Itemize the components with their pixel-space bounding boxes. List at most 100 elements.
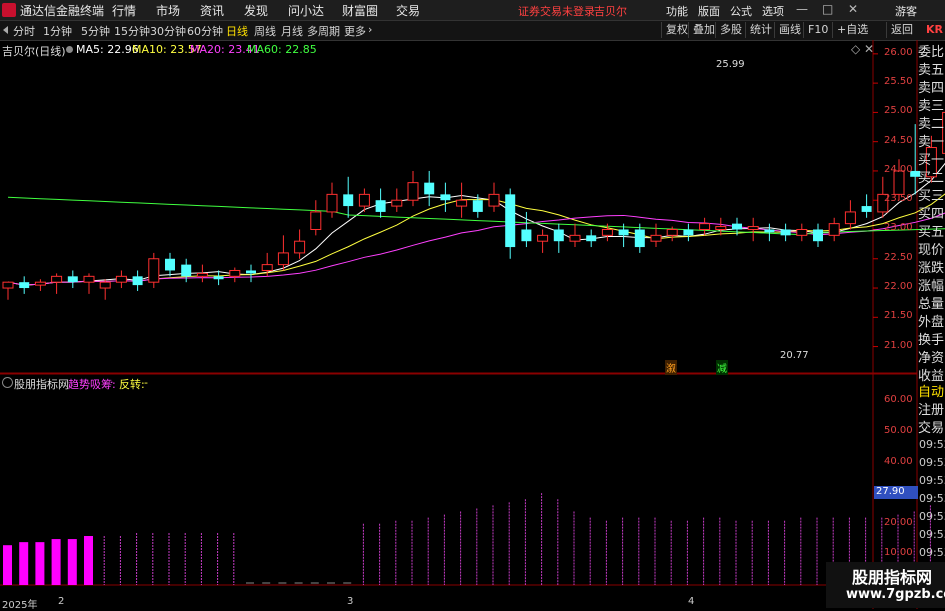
chart-close-icon[interactable]: ✕ <box>864 42 874 56</box>
low-price-label: 20.77 <box>780 350 809 361</box>
menu-item-wealth[interactable]: 财富圈 <box>342 2 378 19</box>
more-chevron-icon[interactable]: › <box>368 23 372 36</box>
candle-body <box>181 264 192 277</box>
toolbar-add-favorite[interactable]: +自选 <box>832 22 872 38</box>
watermark-title: 股朋指标网 <box>852 568 933 587</box>
candle-body <box>391 199 403 207</box>
signal-bar <box>84 536 93 585</box>
price-tick: 24.00 <box>884 163 913 175</box>
candle-body <box>440 194 451 201</box>
tick-time: 09:53 <box>919 492 945 505</box>
minimize-icon[interactable]: — <box>796 2 808 16</box>
candle-body <box>586 235 597 242</box>
candle-body <box>343 194 354 207</box>
candle-body <box>861 206 872 212</box>
candle-body <box>407 182 419 201</box>
app-logo-icon <box>2 3 16 17</box>
candle-body <box>505 194 516 248</box>
tick-time: 09:53 <box>919 510 945 523</box>
period-60min[interactable]: 60分钟 <box>187 23 223 39</box>
price-tick: 23.00 <box>884 222 913 234</box>
sub-settings-icon[interactable] <box>2 377 13 388</box>
candle-body <box>229 269 241 277</box>
period-weekly[interactable]: 周线 <box>254 23 276 39</box>
menu-item-formula[interactable]: 公式 <box>730 3 752 19</box>
quote-field: 换手 <box>918 333 945 348</box>
tick-time: 09:53 <box>919 456 945 469</box>
quote-field: 买四 <box>918 207 945 222</box>
candle-body <box>618 229 629 236</box>
candle-body <box>732 223 742 230</box>
login-notice[interactable]: 证券交易未登录 <box>518 3 595 19</box>
toolbar-multistock[interactable]: 多股 <box>715 22 746 38</box>
signal-bar <box>19 542 29 585</box>
tick-time: 09:53 <box>919 474 945 487</box>
candle-body <box>796 228 808 236</box>
quote-field: 卖一 <box>918 135 945 150</box>
menu-item-news[interactable]: 资讯 <box>200 2 224 19</box>
candle-body <box>310 211 322 230</box>
toolbar-f10[interactable]: F10 <box>803 22 832 38</box>
signal-bar <box>51 539 61 585</box>
sub-panel-item[interactable]: 注册 <box>918 402 945 420</box>
candle-body <box>326 193 338 213</box>
settings-dot-icon[interactable] <box>66 46 73 53</box>
period-daily[interactable]: 日线 <box>226 23 248 39</box>
toolbar-stats[interactable]: 统计 <box>745 22 776 38</box>
collapse-left-icon[interactable] <box>3 26 8 34</box>
toolbar-draw[interactable]: 画线 <box>774 22 805 38</box>
toolbar-back[interactable]: 返回 <box>886 22 917 38</box>
menu-item-trade[interactable]: 交易 <box>396 2 420 19</box>
quote-field: 外盘 <box>918 315 945 330</box>
menu-item-options[interactable]: 选项 <box>762 3 784 19</box>
kline-chart[interactable] <box>0 40 945 609</box>
period-30min[interactable]: 30分钟 <box>150 23 186 39</box>
ma60-label: MA60: 22.85 <box>247 43 317 56</box>
guest-label[interactable]: 游客 <box>895 3 917 19</box>
trend-label: 趋势吸筹: <box>68 378 116 391</box>
candle-body <box>683 229 694 236</box>
price-tick: 25.00 <box>884 105 913 117</box>
period-5min[interactable]: 5分钟 <box>81 23 110 39</box>
candle-body <box>34 281 46 286</box>
event-marker-2[interactable]: 减 <box>716 360 728 375</box>
price-tick: 21.00 <box>884 339 913 351</box>
period-multi[interactable]: 多周期 <box>307 23 340 39</box>
candle-body <box>569 234 581 242</box>
candle-body <box>424 182 435 195</box>
menu-item-quotes[interactable]: 行情 <box>112 2 136 19</box>
date-label-mar: 3 <box>347 596 354 607</box>
menu-item-ask[interactable]: 问小达 <box>288 2 324 19</box>
price-tick: 24.50 <box>884 134 913 146</box>
candle-body <box>375 200 386 212</box>
menu-item-discover[interactable]: 发现 <box>244 2 268 19</box>
period-monthly[interactable]: 月线 <box>281 23 303 39</box>
menu-item-layout[interactable]: 版面 <box>698 3 720 19</box>
candle-body <box>456 199 468 207</box>
signal-bar <box>67 539 77 585</box>
sub-tick: 10.00 <box>884 547 913 559</box>
price-tick: 21.50 <box>884 310 913 322</box>
candle-body <box>294 240 306 254</box>
period-timeshare[interactable]: 分时 <box>13 23 35 39</box>
candle-body <box>537 234 549 242</box>
candle-body <box>844 211 856 225</box>
reverse-label: 反转: <box>119 378 145 391</box>
period-1min[interactable]: 1分钟 <box>43 23 72 39</box>
candle-body <box>2 281 14 289</box>
event-marker-1[interactable]: 溆 <box>665 360 677 375</box>
quote-field: 涨跌 <box>918 261 945 276</box>
menu-item-function[interactable]: 功能 <box>666 3 688 19</box>
period-15min[interactable]: 15分钟 <box>114 23 150 39</box>
sub-panel-item[interactable]: 自动 <box>918 384 945 402</box>
period-more[interactable]: 更多 <box>344 23 366 39</box>
indicator-name: 股朋指标网 <box>14 378 69 391</box>
chart-settings-icon[interactable]: ◇ <box>851 42 860 56</box>
maximize-icon[interactable]: □ <box>822 2 833 16</box>
candle-body <box>601 228 613 236</box>
sub-tick: 50.00 <box>884 424 913 436</box>
price-tick: 22.00 <box>884 281 913 293</box>
close-icon[interactable]: ✕ <box>848 2 858 16</box>
menu-item-market[interactable]: 市场 <box>156 2 180 19</box>
candle-body <box>196 272 208 277</box>
